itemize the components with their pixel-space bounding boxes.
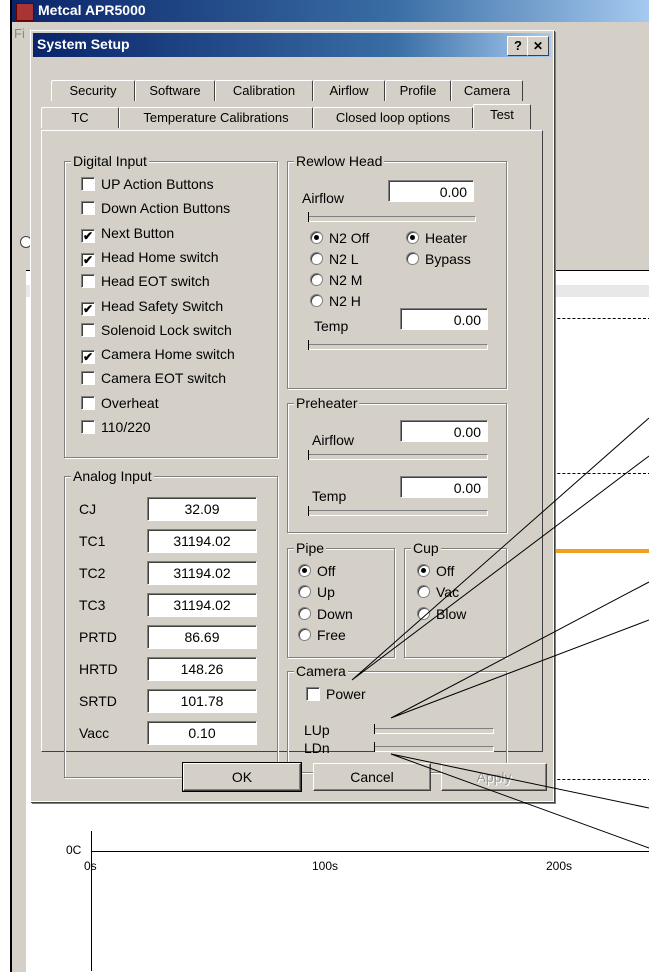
- callout-line: [351, 417, 649, 681]
- callout-lines: [351, 417, 649, 849]
- callout-line: [390, 581, 649, 719]
- tab-test[interactable]: Test: [473, 104, 531, 129]
- callout-line: [390, 753, 649, 849]
